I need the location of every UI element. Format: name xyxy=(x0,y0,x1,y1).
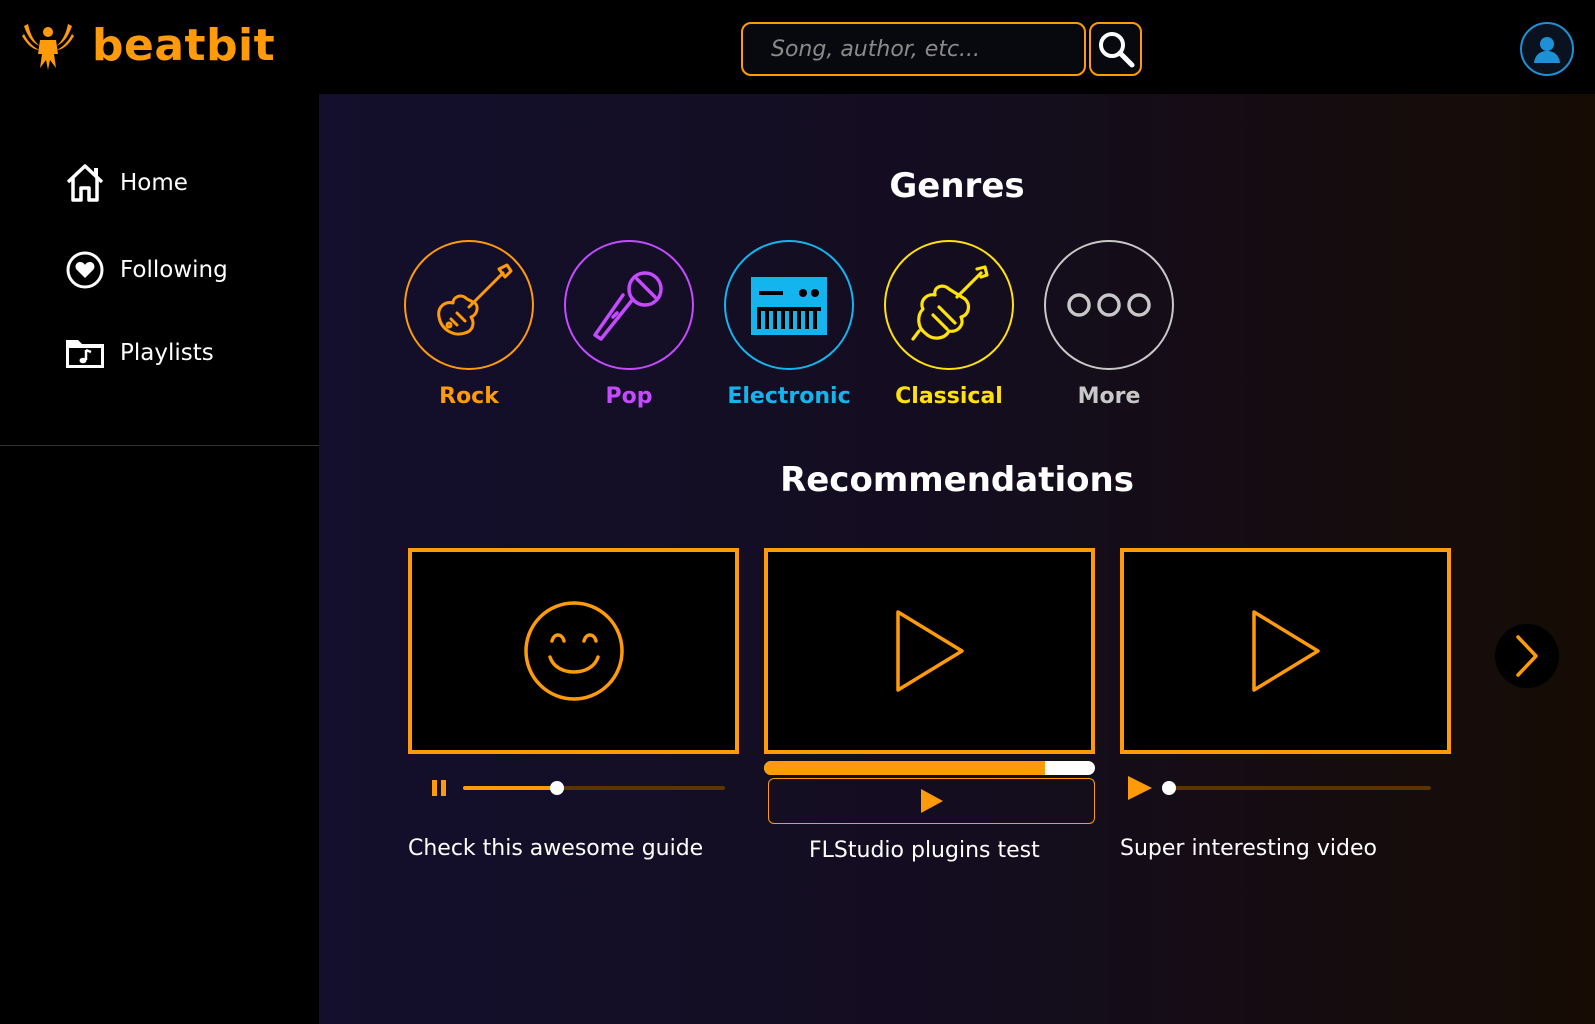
sidebar-divider xyxy=(0,445,319,446)
violin-icon xyxy=(911,265,989,341)
guitar-icon xyxy=(437,263,513,336)
progress-fill xyxy=(463,786,558,790)
logo-icon xyxy=(22,24,74,70)
sidebar: Home Following Playlists xyxy=(0,94,319,1024)
play-button[interactable] xyxy=(768,778,1095,824)
music-folder-icon xyxy=(64,332,106,374)
search-box xyxy=(741,22,1086,76)
genre-rock-button[interactable] xyxy=(404,240,534,370)
progress-bar[interactable] xyxy=(764,761,1095,775)
progress-fill xyxy=(764,761,1046,775)
genre-more-button[interactable] xyxy=(1044,240,1174,370)
progress-slider[interactable] xyxy=(1162,781,1431,795)
top-bar: beatbit xyxy=(0,0,1595,94)
home-icon xyxy=(64,162,106,204)
genre-label: Electronic xyxy=(727,384,851,409)
genres-title: Genres xyxy=(889,166,1025,206)
video-title[interactable]: Check this awesome guide xyxy=(408,836,703,861)
user-icon xyxy=(1534,37,1560,63)
logo[interactable]: beatbit xyxy=(20,20,275,72)
genre-pop-button[interactable] xyxy=(564,240,694,370)
search-button[interactable] xyxy=(1089,22,1142,76)
genre-label: More xyxy=(1077,384,1141,409)
user-avatar-button[interactable] xyxy=(1520,22,1574,76)
recommendations-title: Recommendations xyxy=(780,460,1134,500)
play-icon xyxy=(920,789,943,813)
genre-classical-button[interactable] xyxy=(884,240,1014,370)
search-icon xyxy=(1098,32,1134,68)
genre-label: Pop xyxy=(605,384,653,409)
genre-electronic[interactable]: Electronic xyxy=(714,240,864,409)
play-icon xyxy=(895,610,964,692)
main-content: Genres Rock Pop Electronic Classical Mor… xyxy=(319,94,1595,1024)
chevron-right-icon xyxy=(1516,635,1538,677)
play-icon[interactable] xyxy=(1126,774,1154,802)
sidebar-item-following[interactable]: Following xyxy=(64,249,228,291)
genre-electronic-button[interactable] xyxy=(724,240,854,370)
sidebar-item-label: Home xyxy=(120,170,188,196)
search-input[interactable] xyxy=(743,24,1084,74)
microphone-icon xyxy=(593,271,663,341)
genre-pop[interactable]: Pop xyxy=(554,240,704,409)
sidebar-item-label: Playlists xyxy=(120,340,214,366)
genre-more[interactable]: More xyxy=(1034,240,1184,409)
next-button[interactable] xyxy=(1495,624,1559,688)
video-thumbnail[interactable] xyxy=(764,548,1095,754)
sidebar-item-playlists[interactable]: Playlists xyxy=(64,332,214,374)
video-thumbnail[interactable] xyxy=(1120,548,1451,754)
video-title[interactable]: Super interesting video xyxy=(1120,836,1377,861)
genre-rock[interactable]: Rock xyxy=(394,240,544,409)
smiley-icon xyxy=(523,601,624,701)
more-icon xyxy=(1067,293,1151,317)
pause-icon[interactable] xyxy=(429,778,449,798)
synthesizer-icon xyxy=(751,277,827,335)
video-title[interactable]: FLStudio plugins test xyxy=(809,838,1040,863)
app-name: beatbit xyxy=(92,20,276,71)
genre-label: Rock xyxy=(439,384,499,409)
heart-icon xyxy=(64,249,106,291)
genre-label: Classical xyxy=(895,384,1003,409)
play-icon xyxy=(1251,610,1320,692)
progress-knob[interactable] xyxy=(1162,781,1176,795)
sidebar-item-home[interactable]: Home xyxy=(64,162,188,204)
genre-classical[interactable]: Classical xyxy=(874,240,1024,409)
video-thumbnail[interactable] xyxy=(408,548,739,754)
sidebar-item-label: Following xyxy=(120,257,228,283)
progress-slider[interactable] xyxy=(463,781,725,795)
progress-knob[interactable] xyxy=(550,781,565,795)
